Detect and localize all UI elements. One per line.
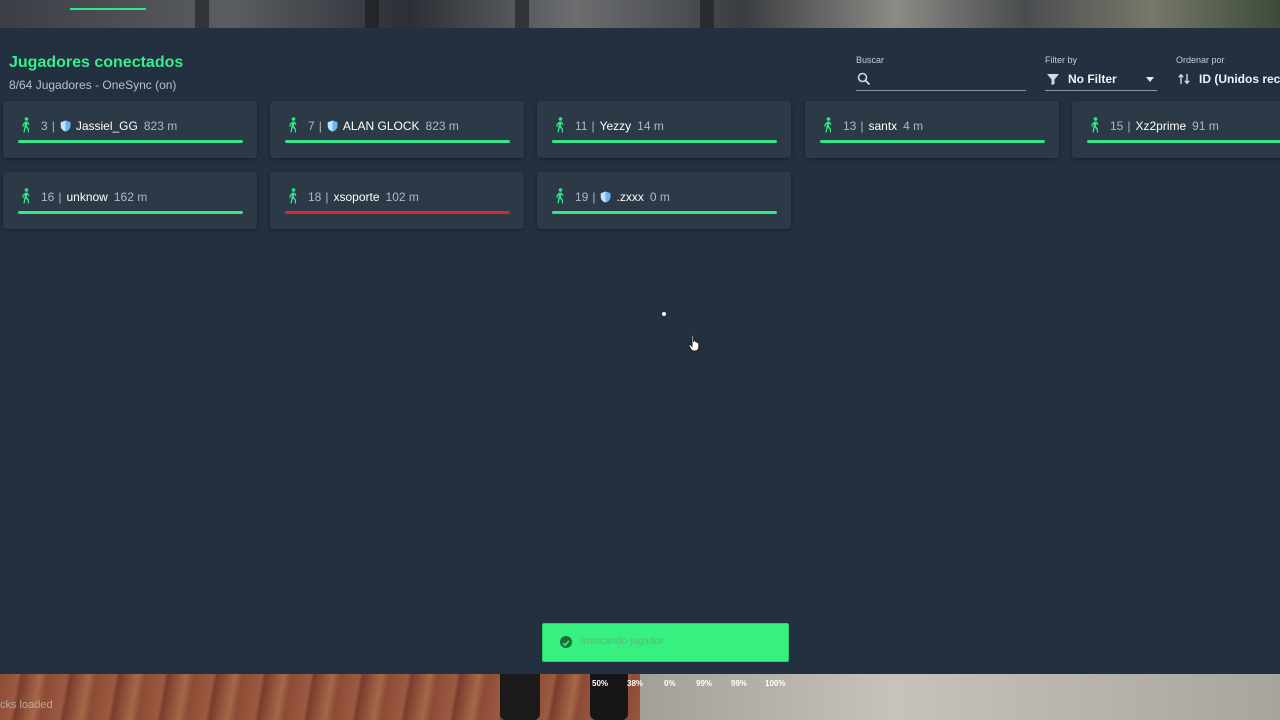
shield-icon xyxy=(327,120,338,132)
player-count: 8/64 Jugadores - OneSync (on) xyxy=(9,78,177,92)
walking-person-icon xyxy=(289,117,297,133)
walking-person-icon xyxy=(22,117,30,133)
player-distance: 14 m xyxy=(637,119,664,133)
hand-cursor-icon xyxy=(688,334,700,352)
player-id: 18 xyxy=(308,190,322,204)
background-pillar xyxy=(700,0,714,28)
loading-text: cks loaded xyxy=(0,699,53,711)
player-distance: 4 m xyxy=(903,119,924,133)
walking-person-icon xyxy=(22,188,30,204)
player-distance: 0 m xyxy=(649,190,670,204)
player-id: 16 xyxy=(41,190,55,204)
filter-icon xyxy=(1047,74,1059,85)
filter-label: Filter by xyxy=(1045,55,1078,65)
search-label: Buscar xyxy=(856,55,885,65)
walking-person-icon xyxy=(556,188,564,204)
player-card[interactable]: 16 | unknow 162 m xyxy=(3,172,257,229)
tab-indicator xyxy=(70,8,146,10)
sort-icon xyxy=(1178,73,1190,85)
player-card[interactable]: 7 | ALAN GLOCK 823 m xyxy=(270,101,524,158)
filter-value: No Filter xyxy=(1068,72,1117,86)
health-bar xyxy=(18,211,243,214)
player-card[interactable]: 3 | Jassiel_GG 823 m xyxy=(3,101,257,158)
hud-stat: 50% xyxy=(592,679,609,688)
game-background-bottom: 50% 38% 0% 99% 99% 100% cks loaded xyxy=(0,674,1280,720)
walking-person-icon xyxy=(556,117,564,133)
player-name: ALAN GLOCK xyxy=(342,119,420,133)
check-circle-icon xyxy=(560,636,572,648)
sort-value: ID (Unidos reci xyxy=(1199,72,1280,86)
player-distance: 102 m xyxy=(385,190,419,204)
hud-stat: 99% xyxy=(731,679,748,688)
crosshair-dot xyxy=(662,312,666,316)
player-id: 7 xyxy=(308,119,315,133)
toast-message: Invocando jugador xyxy=(581,636,664,647)
separator: | xyxy=(1127,119,1131,133)
player-id: 11 xyxy=(575,119,588,133)
player-name: .zxxx xyxy=(616,190,644,204)
player-name: Yezzy xyxy=(599,119,632,133)
health-bar xyxy=(820,140,1045,143)
player-id: 15 xyxy=(1110,119,1124,133)
background-pillar xyxy=(195,0,209,28)
health-bar xyxy=(285,140,510,143)
character-leg xyxy=(500,674,540,720)
player-distance: 823 m xyxy=(425,119,459,133)
notification-toast: Invocando jugador xyxy=(542,623,789,662)
separator: | xyxy=(860,119,864,133)
health-bar xyxy=(285,211,510,214)
background-pillar xyxy=(365,0,379,28)
player-name: Jassiel_GG xyxy=(75,119,138,133)
separator: | xyxy=(318,119,322,133)
player-card[interactable]: 15 | Xz2prime 91 m xyxy=(1072,101,1280,158)
sort-label: Ordenar por xyxy=(1176,55,1225,65)
hud-stat: 0% xyxy=(664,679,676,688)
player-name: santx xyxy=(868,119,898,133)
walking-person-icon xyxy=(824,117,832,133)
player-name: xsoporte xyxy=(333,190,380,204)
health-bar xyxy=(18,140,243,143)
health-bar xyxy=(552,140,777,143)
player-card[interactable]: 11 | Yezzy 14 m xyxy=(537,101,791,158)
player-card[interactable]: 19 | .zxxx 0 m xyxy=(537,172,791,229)
page-title: Jugadores conectados xyxy=(9,54,184,71)
hud-stat: 38% xyxy=(627,679,644,688)
health-bar xyxy=(1087,140,1280,143)
player-id: 13 xyxy=(843,119,857,133)
separator: | xyxy=(591,119,595,133)
filter-select[interactable]: No Filter xyxy=(1045,68,1157,91)
separator: | xyxy=(325,190,329,204)
hud-stat: 100% xyxy=(765,679,786,688)
shield-icon xyxy=(601,191,611,203)
player-card[interactable]: 13 | santx 4 m xyxy=(805,101,1059,158)
separator: | xyxy=(592,190,596,204)
player-name: Xz2prime xyxy=(1135,119,1187,133)
hud-stat: 99% xyxy=(696,679,713,688)
separator: | xyxy=(58,190,62,204)
separator: | xyxy=(51,119,55,133)
walking-person-icon xyxy=(1091,117,1099,133)
search-icon xyxy=(857,72,871,86)
player-distance: 91 m xyxy=(1192,119,1219,133)
player-id: 3 xyxy=(41,119,48,133)
health-bar xyxy=(552,211,777,214)
player-distance: 162 m xyxy=(113,190,148,204)
player-id: 19 xyxy=(575,190,589,204)
walking-person-icon xyxy=(289,188,297,204)
sort-select[interactable]: ID (Unidos reci xyxy=(1176,68,1280,90)
game-background-top xyxy=(0,0,1280,28)
player-card[interactable]: 18 | xsoporte 102 m xyxy=(270,172,524,229)
shield-icon xyxy=(60,120,71,132)
player-distance: 823 m xyxy=(143,119,178,133)
background-pillar xyxy=(515,0,529,28)
chevron-down-icon xyxy=(1146,77,1154,82)
search-input[interactable] xyxy=(856,68,1026,91)
player-name: unknow xyxy=(66,190,108,204)
